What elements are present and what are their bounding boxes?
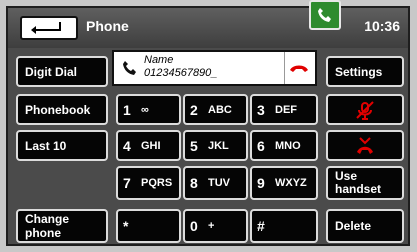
top-bar: Phone 10:36 (8, 8, 408, 48)
mute-button[interactable] (326, 94, 404, 125)
delete-button[interactable]: Delete (326, 209, 404, 243)
back-button[interactable] (20, 16, 78, 40)
clock: 10:36 (364, 18, 400, 34)
key-0[interactable]: 0 + (183, 209, 248, 243)
use-handset-button[interactable]: Use handset (326, 166, 404, 200)
settings-button[interactable]: Settings (326, 56, 404, 87)
mute-microphone-icon (356, 100, 374, 120)
phone-handset-icon (318, 8, 331, 22)
key-7[interactable]: 7 PQRS (116, 166, 181, 200)
phone-tab[interactable] (309, 0, 341, 30)
key-6[interactable]: 6 MNO (250, 130, 318, 161)
last-10-button[interactable]: Last 10 (16, 130, 108, 161)
active-call-display: Name 01234567890_ (112, 50, 317, 86)
end-call-button[interactable] (284, 52, 315, 84)
hangup-icon (357, 136, 373, 154)
key-1[interactable]: 1 ∞ (116, 94, 181, 125)
back-arrow-icon (31, 22, 61, 34)
hangup-button[interactable] (326, 130, 404, 161)
key-3[interactable]: 3 DEF (250, 94, 318, 125)
phone-panel: Phone 10:36 Name 01234567890_ Digit Dial… (6, 0, 410, 246)
change-phone-button[interactable]: Change phone (16, 209, 108, 243)
key-9[interactable]: 9 WXYZ (250, 166, 318, 200)
key-4[interactable]: 4 GHI (116, 130, 181, 161)
phone-handset-icon (123, 61, 136, 75)
key-star[interactable]: * (116, 209, 181, 243)
key-5[interactable]: 5 JKL (183, 130, 248, 161)
caller-name: Name (144, 54, 174, 66)
phonebook-button[interactable]: Phonebook (16, 94, 108, 125)
caller-number: 01234567890_ (144, 67, 218, 79)
key-hash[interactable]: # (250, 209, 318, 243)
page-title: Phone (86, 18, 129, 34)
digit-dial-button[interactable]: Digit Dial (16, 56, 108, 87)
end-call-icon (290, 65, 308, 72)
key-8[interactable]: 8 TUV (183, 166, 248, 200)
key-2[interactable]: 2 ABC (183, 94, 248, 125)
